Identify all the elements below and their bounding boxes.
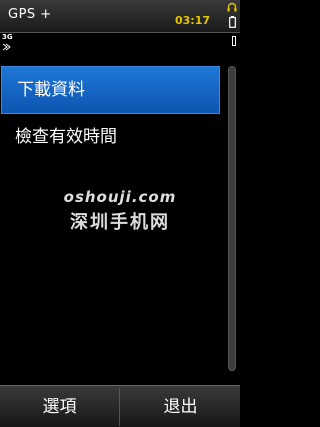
network-type: 3G	[2, 33, 13, 41]
option-list: 下載資料 檢查有效時間	[0, 66, 222, 160]
headset-icon	[227, 2, 237, 12]
list-item-download-data[interactable]: 下載資料	[1, 66, 220, 114]
list-item-label: 檢查有效時間	[15, 127, 117, 147]
watermark: oshouji.com 深圳手机网	[0, 188, 240, 234]
battery-icon	[229, 16, 236, 28]
signal-icon	[2, 43, 11, 51]
list-item-check-validity[interactable]: 檢查有效時間	[0, 114, 222, 160]
list-item-label: 下載資料	[17, 80, 85, 100]
phone-screen: GPS + 03:17 3G 下載資料 檢查有效時間 oshouji.com 深…	[0, 0, 240, 427]
softkey-bar: 選項 退出	[0, 385, 240, 427]
indicator-icon	[232, 36, 236, 46]
watermark-url: oshouji.com	[63, 188, 177, 206]
clock: 03:17	[175, 14, 211, 27]
status-bar: GPS + 03:17	[0, 0, 240, 33]
app-title: GPS +	[8, 7, 52, 22]
softkey-divider	[119, 388, 120, 426]
options-softkey[interactable]: 選項	[0, 386, 119, 427]
watermark-name: 深圳手机网	[70, 212, 170, 233]
exit-softkey[interactable]: 退出	[121, 386, 240, 427]
